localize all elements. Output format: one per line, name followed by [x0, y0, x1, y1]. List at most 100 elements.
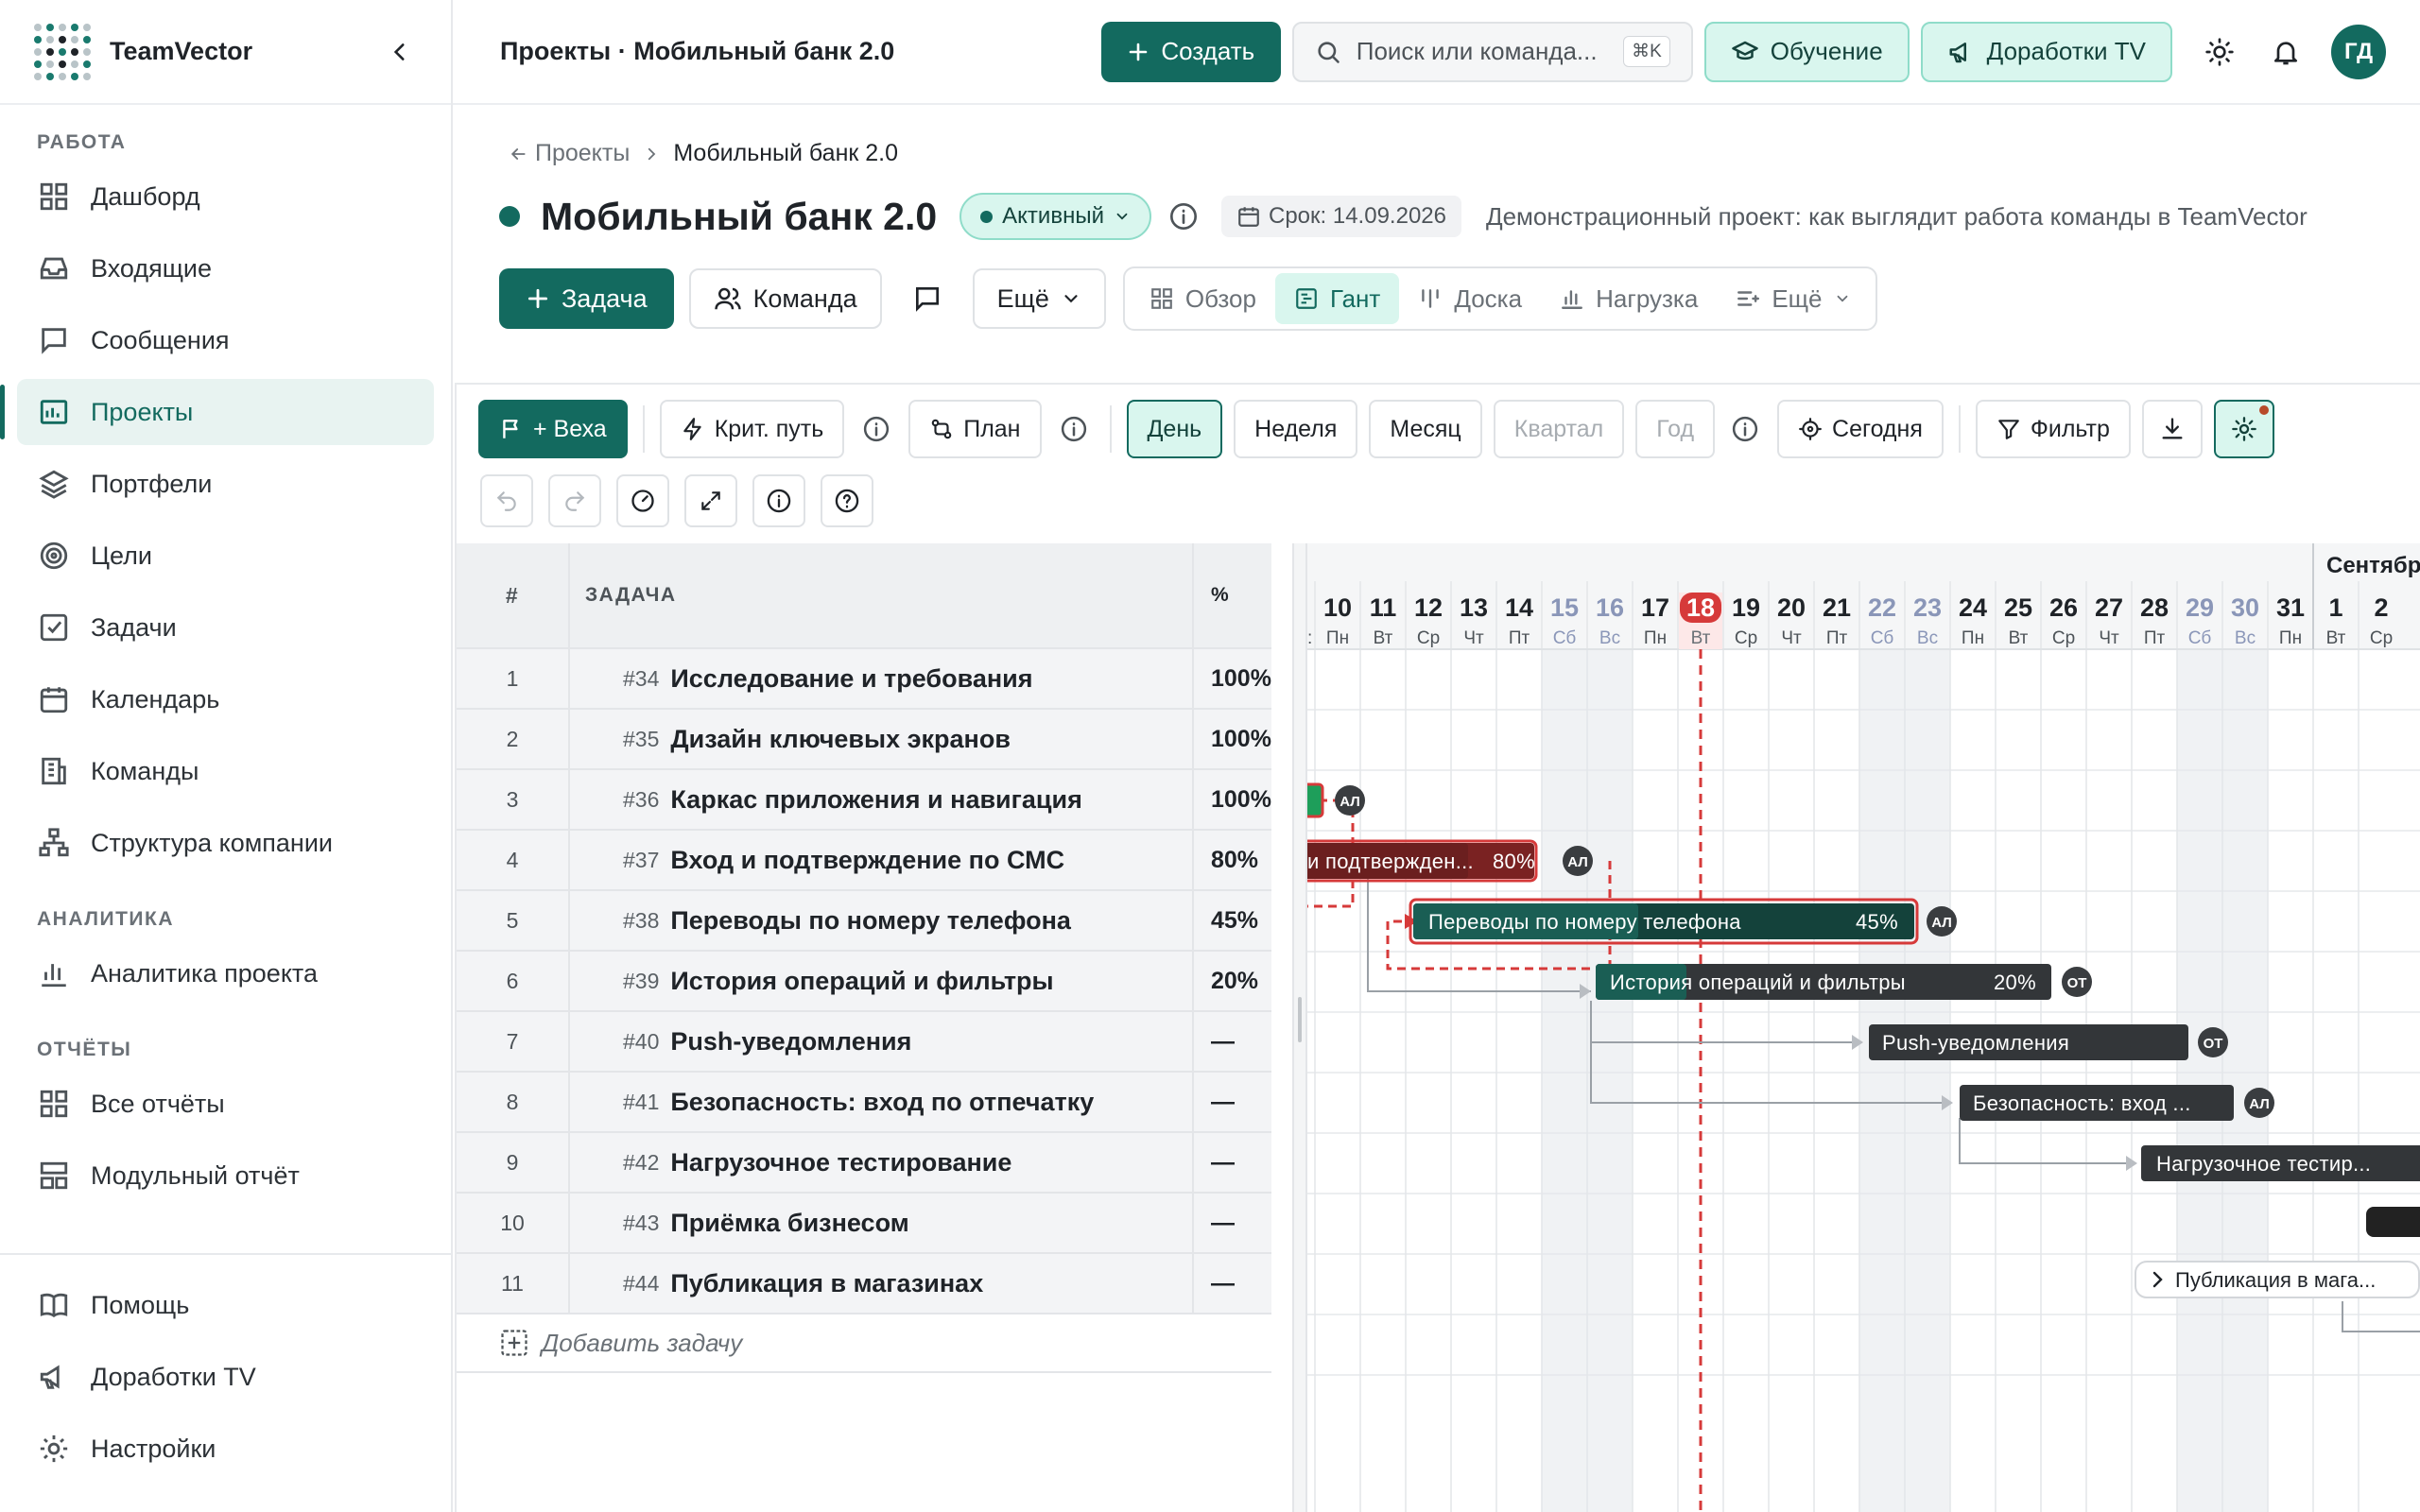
weekday-label: Пн — [1326, 628, 1349, 648]
pane-splitter[interactable] — [1292, 543, 1307, 1512]
task-bar[interactable] — [1307, 782, 1324, 818]
table-row[interactable]: 1 #34 Исследование и требования 100% — [457, 649, 1271, 710]
gantt-settings-button[interactable] — [2213, 400, 2274, 458]
sidebar-item-all-reports[interactable]: Все отчёты — [17, 1071, 434, 1137]
table-row[interactable]: 3 #36 Каркас приложения и навигация 100% — [457, 770, 1271, 831]
redo-button[interactable] — [548, 474, 601, 527]
sidebar-item-tasks[interactable]: Задачи — [17, 594, 434, 661]
undo-button[interactable] — [480, 474, 533, 527]
auto-schedule-button[interactable] — [616, 474, 669, 527]
task-name-cell[interactable]: #43 Приёмка бизнесом — [570, 1194, 1194, 1252]
sidebar-item-goals[interactable]: Цели — [17, 523, 434, 589]
plan-info[interactable] — [1055, 410, 1093, 448]
task-bar[interactable] — [2366, 1207, 2420, 1237]
weekday-label: Вс — [1917, 628, 1938, 648]
task-name-cell[interactable]: #44 Публикация в магазинах — [570, 1254, 1194, 1313]
sidebar-item-project-analytics[interactable]: Аналитика проекта — [17, 940, 434, 1006]
tab-overview[interactable]: Обзор — [1131, 273, 1275, 324]
scale-week-button[interactable]: Неделя — [1234, 400, 1358, 458]
sidebar-item-modular-report[interactable]: Модульный отчёт — [17, 1143, 434, 1209]
sidebar-item-dashboard[interactable]: Дашборд — [17, 163, 434, 230]
comments-button[interactable] — [897, 268, 958, 329]
table-row[interactable]: 8 #41 Безопасность: вход по отпечатку — — [457, 1073, 1271, 1133]
task-name-cell[interactable]: #39 История операций и фильтры — [570, 952, 1194, 1010]
table-row[interactable]: 11 #44 Публикация в магазинах — — [457, 1254, 1271, 1314]
table-row[interactable]: 4 #37 Вход и подтверждение по СМС 80% — [457, 831, 1271, 891]
table-row[interactable]: 6 #39 История операций и фильтры 20% — [457, 952, 1271, 1012]
weekend-column — [1587, 649, 1633, 1512]
task-name-cell[interactable]: #42 Нагрузочное тестирование — [570, 1133, 1194, 1192]
sidebar-item-label: Настройки — [91, 1434, 216, 1463]
task-name-cell[interactable]: #34 Исследование и требования — [570, 649, 1194, 708]
add-task-button[interactable]: Задача — [499, 268, 674, 329]
table-row[interactable]: 7 #40 Push-уведомления — — [457, 1012, 1271, 1073]
message-icon — [42, 328, 66, 354]
task-table-header: # ЗАДАЧА % — [457, 543, 1271, 649]
add-task-row[interactable]: Добавить задачу — [457, 1314, 1271, 1373]
projects-icon — [40, 400, 68, 424]
sidebar-item-help[interactable]: Помощь — [17, 1272, 434, 1338]
today-button[interactable]: Сегодня — [1777, 400, 1944, 458]
splitter-handle[interactable] — [1298, 997, 1302, 1042]
filter-button[interactable]: Фильтр — [1975, 400, 2131, 458]
task-name-cell[interactable]: #36 Каркас приложения и навигация — [570, 770, 1194, 829]
status-badge[interactable]: Активный — [959, 193, 1151, 240]
weekend-column — [1859, 649, 1905, 1512]
create-button[interactable]: Создать — [1100, 21, 1281, 82]
fullscreen-button[interactable] — [684, 474, 737, 527]
export-button[interactable] — [2141, 400, 2203, 458]
task-name-cell[interactable]: #35 Дизайн ключевых экранов — [570, 710, 1194, 768]
table-row[interactable]: 2 #35 Дизайн ключевых экранов 100% — [457, 710, 1271, 770]
table-row[interactable]: 9 #42 Нагрузочное тестирование — — [457, 1133, 1271, 1194]
breadcrumb-back-link[interactable]: Проекты — [509, 140, 630, 167]
task-name-cell[interactable]: #38 Переводы по номеру телефона — [570, 891, 1194, 950]
scale-day-button[interactable]: День — [1126, 400, 1223, 458]
notifications-button[interactable] — [2256, 22, 2316, 82]
user-avatar[interactable]: ГД — [2331, 24, 2386, 79]
tab-workload[interactable]: Нагрузка — [1541, 273, 1717, 324]
sidebar-item-teams[interactable]: Команды — [17, 738, 434, 804]
scale-year-button[interactable]: Год — [1635, 400, 1716, 458]
table-row[interactable]: 10 #43 Приёмка бизнесом — — [457, 1194, 1271, 1254]
table-row[interactable]: 5 #38 Переводы по номеру телефона 45% — [457, 891, 1271, 952]
sidebar-item-structure[interactable]: Структура компании — [17, 810, 434, 876]
search-input[interactable]: Поиск или команда... ⌘K — [1291, 21, 1693, 82]
critical-path-button[interactable]: Крит. путь — [659, 400, 845, 458]
sidebar-item-feedback[interactable]: Доработки TV — [17, 1344, 434, 1410]
add-milestone-button[interactable]: + Веха — [478, 400, 628, 458]
theme-toggle-button[interactable] — [2189, 22, 2250, 82]
feedback-button[interactable]: Доработки TV — [1920, 21, 2172, 82]
task-name-cell[interactable]: #37 Вход и подтверждение по СМС — [570, 831, 1194, 889]
tab-more[interactable]: Ещё — [1717, 273, 1869, 324]
tab-board[interactable]: Доска — [1399, 273, 1541, 324]
sidebar-item-inbox[interactable]: Входящие — [17, 235, 434, 301]
collapse-sidebar-button[interactable] — [381, 33, 419, 71]
dependency-line — [1959, 1118, 2135, 1164]
bar-label: и подтвержден... — [1307, 850, 1474, 873]
gantt-help-button[interactable] — [821, 474, 873, 527]
sidebar-item-settings[interactable]: Настройки — [17, 1416, 434, 1482]
more-actions-button[interactable]: Ещё — [972, 268, 1106, 329]
sidebar-item-projects[interactable]: Проекты — [0, 379, 434, 445]
sidebar-item-messages[interactable]: Сообщения — [17, 307, 434, 373]
critical-path-info[interactable] — [857, 410, 895, 448]
task-name-cell[interactable]: #40 Push-уведомления — [570, 1012, 1194, 1071]
scale-month-button[interactable]: Месяц — [1369, 400, 1482, 458]
sidebar-item-calendar[interactable]: Календарь — [17, 666, 434, 732]
plan-label: План — [963, 415, 1021, 442]
deadline-badge[interactable]: Срок: 14.09.2026 — [1221, 196, 1461, 237]
row-number: 3 — [457, 770, 570, 829]
learning-button[interactable]: Обучение — [1703, 21, 1910, 82]
sidebar-item-portfolios[interactable]: Портфели — [17, 451, 434, 517]
row-number: 7 — [457, 1012, 570, 1071]
more-icon — [1737, 291, 1760, 306]
info-icon[interactable] — [1168, 201, 1199, 232]
scale-quarter-button[interactable]: Квартал — [1493, 400, 1625, 458]
gantt-info-button[interactable] — [752, 474, 805, 527]
team-button[interactable]: Команда — [688, 268, 882, 329]
plan-button[interactable]: План — [908, 400, 1042, 458]
scale-info[interactable] — [1726, 410, 1764, 448]
task-name-cell[interactable]: #41 Безопасность: вход по отпечатку — [570, 1073, 1194, 1131]
task-table: # ЗАДАЧА % 1 #34 Исследование и требования… — [457, 543, 1271, 1373]
tab-gantt[interactable]: Гант — [1274, 273, 1400, 324]
